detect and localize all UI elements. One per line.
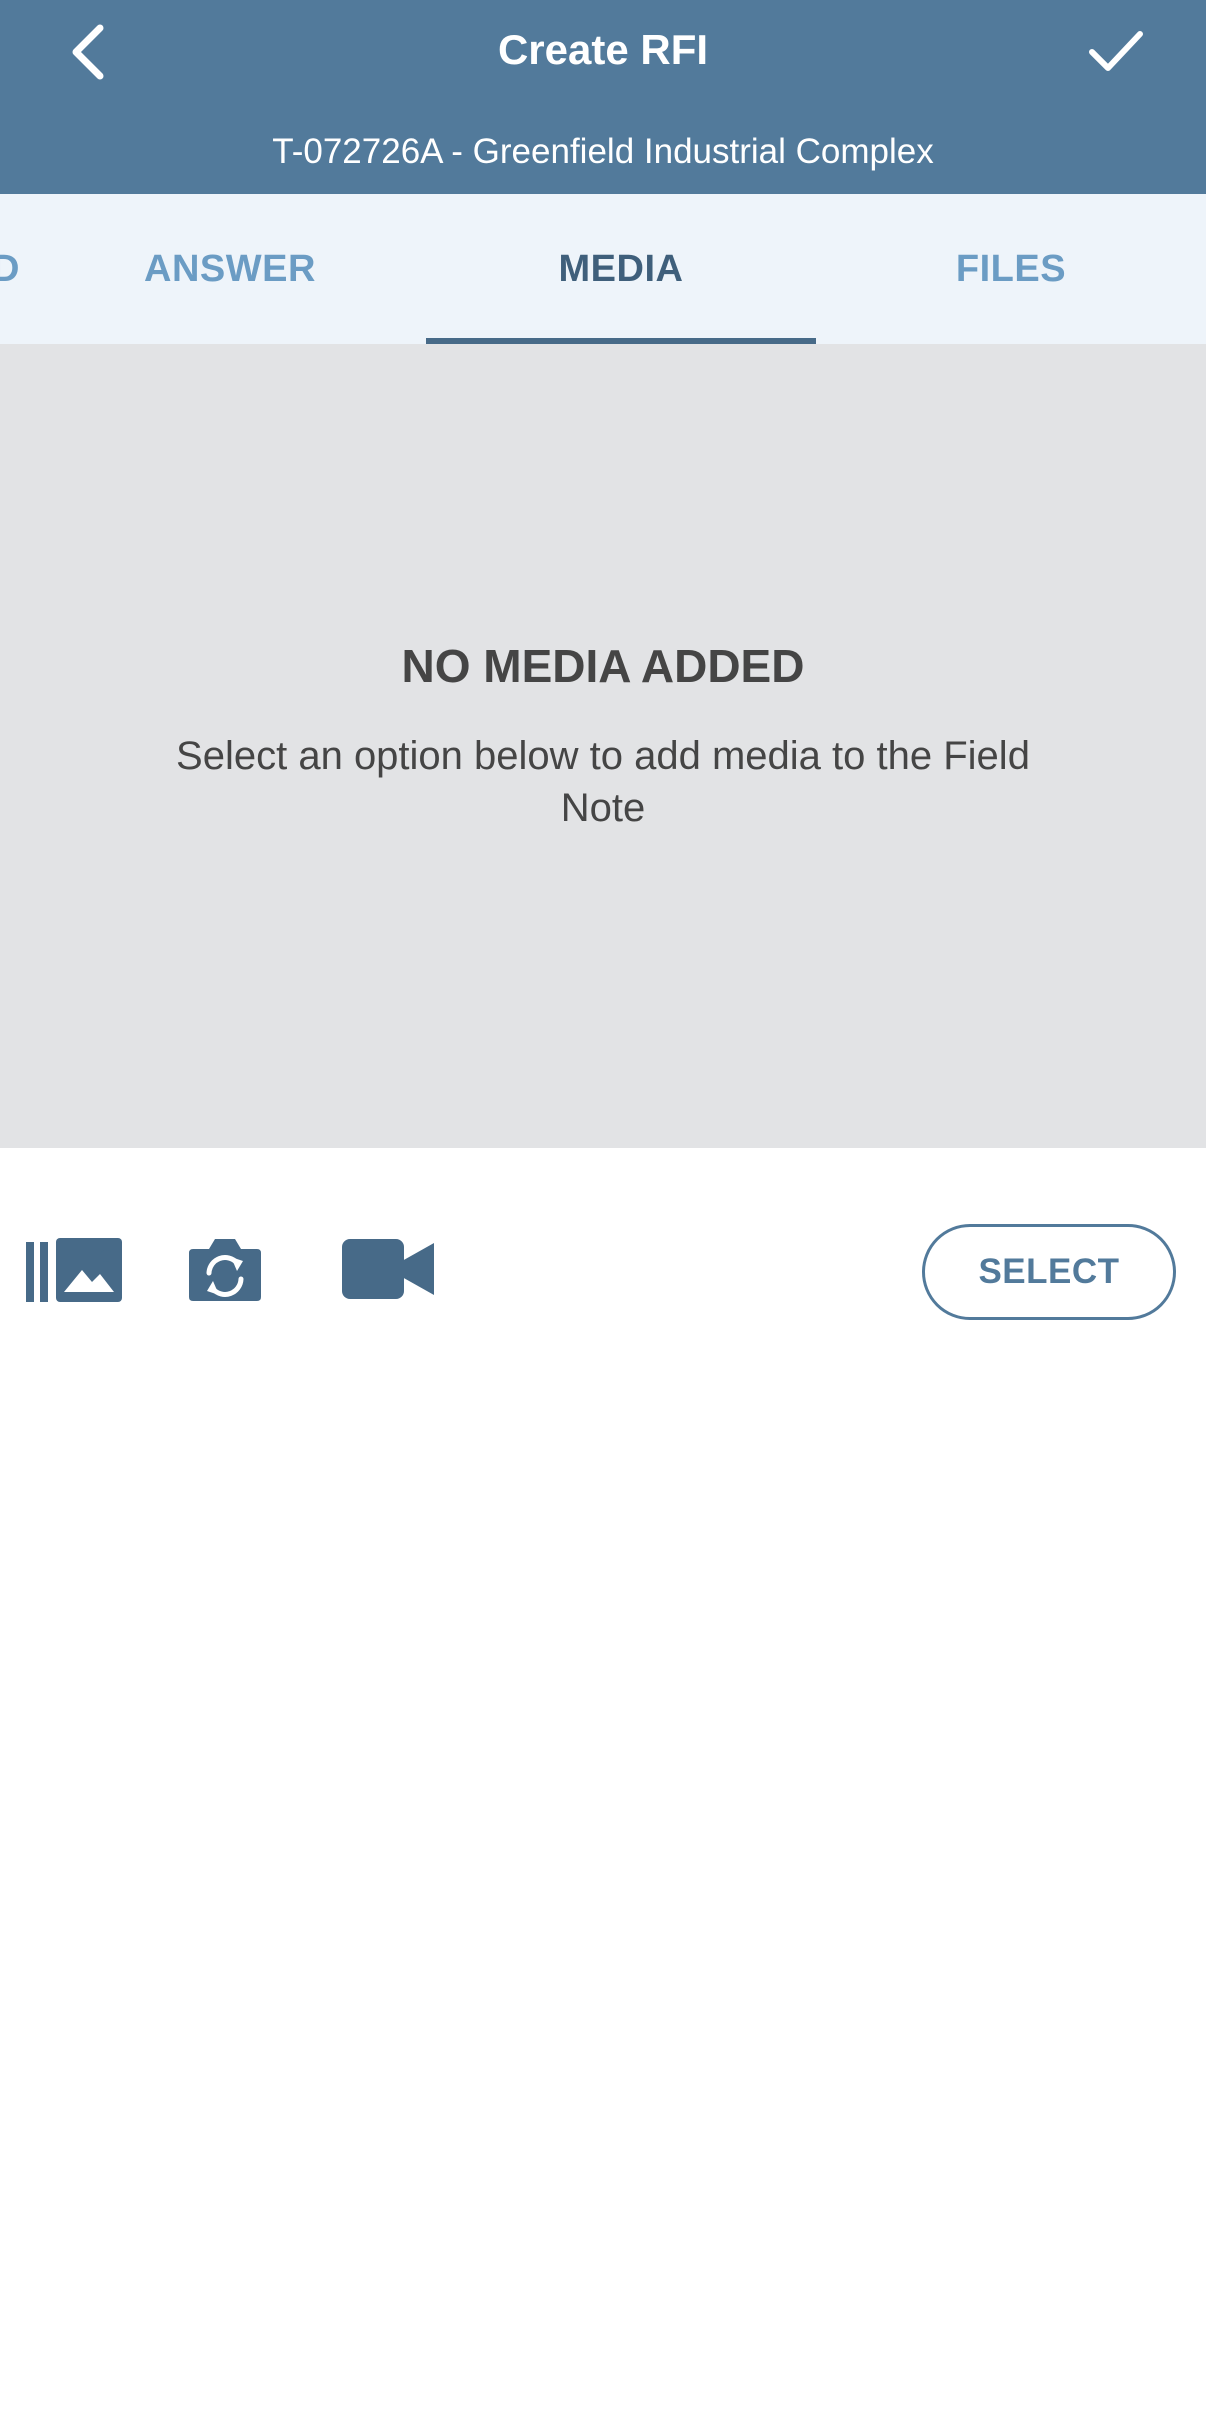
- photo-library-button[interactable]: [22, 1230, 126, 1308]
- camera-switch-icon: [189, 1239, 261, 1301]
- checkmark-icon: [1089, 31, 1143, 71]
- create-rfi-screen: Create RFI T-072726A - Greenfield Indust…: [0, 0, 1206, 2436]
- confirm-button[interactable]: [1074, 12, 1158, 92]
- tab-partial[interactable]: D: [0, 194, 20, 344]
- header-bar: Create RFI T-072726A - Greenfield Indust…: [0, 0, 1206, 194]
- video-button[interactable]: [338, 1230, 438, 1308]
- photo-library-icon: [26, 1238, 122, 1302]
- tab-answer[interactable]: ANSWER: [40, 194, 420, 344]
- tab-media[interactable]: MEDIA: [426, 194, 816, 344]
- empty-state-title: NO MEDIA ADDED: [401, 640, 805, 692]
- project-subtitle: T-072726A - Greenfield Industrial Comple…: [272, 132, 934, 171]
- camera-button[interactable]: [186, 1230, 264, 1308]
- page-title: Create RFI: [497, 26, 709, 73]
- tab-bar: D ANSWER MEDIA FILES: [0, 194, 1206, 344]
- empty-state-message: Select an option below to add media to t…: [176, 734, 1030, 830]
- tab-files[interactable]: FILES: [816, 194, 1206, 344]
- select-button[interactable]: SELECT: [922, 1224, 1176, 1320]
- video-camera-icon: [342, 1239, 434, 1299]
